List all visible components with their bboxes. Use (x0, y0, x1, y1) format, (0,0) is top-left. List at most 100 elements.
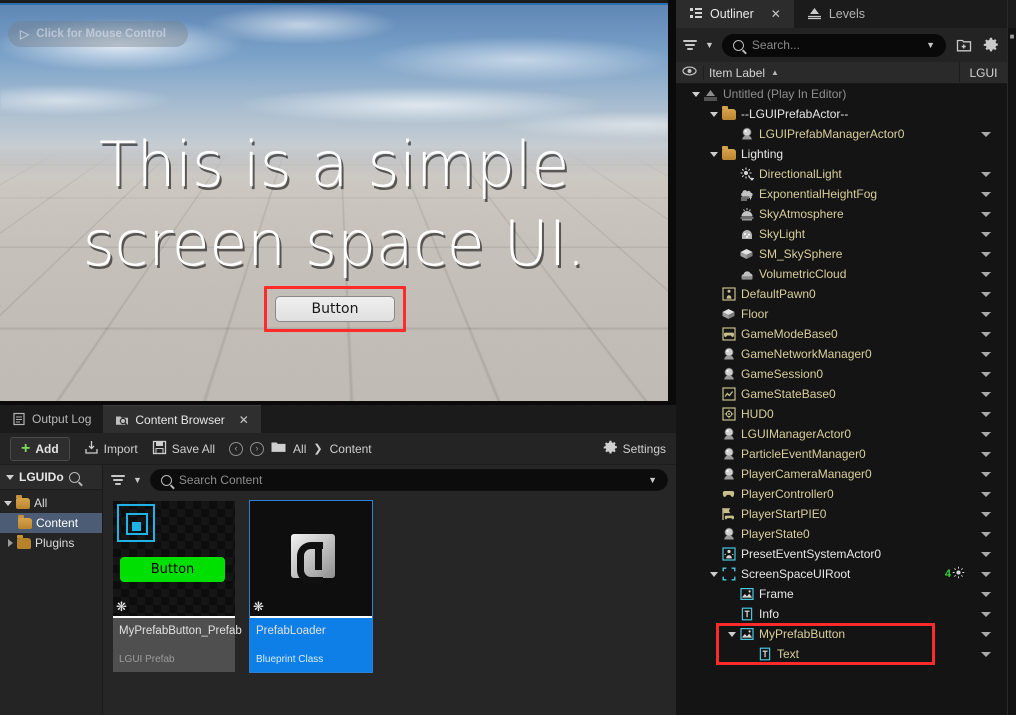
expand-collapse-icon[interactable] (690, 91, 702, 97)
row-options-chevron-icon[interactable] (981, 431, 991, 437)
add-button[interactable]: + Add (10, 436, 70, 461)
outliner-row[interactable]: PresetEventSystemActor0 (676, 544, 1007, 564)
filter-icon[interactable] (683, 40, 697, 50)
new-folder-icon[interactable] (954, 36, 973, 55)
expand-collapse-icon[interactable] (726, 631, 738, 637)
outliner-row[interactable]: GameModeBase0 (676, 324, 1007, 344)
eye-icon[interactable] (676, 66, 703, 79)
tab-outliner[interactable]: Outliner ✕ (676, 0, 794, 28)
row-options-chevron-icon[interactable] (981, 591, 991, 597)
settings-button[interactable]: Settings (603, 440, 666, 458)
outliner-row[interactable]: Lighting (676, 144, 1007, 164)
row-options-chevron-icon[interactable] (981, 271, 991, 277)
breadcrumb-root[interactable]: All (293, 442, 306, 456)
column-item-label[interactable]: Item Label ▲ (703, 65, 959, 80)
outliner-row[interactable]: MyPrefabButton (676, 624, 1007, 644)
column-lgui[interactable]: LGUI (959, 61, 1007, 84)
screen-space-ui-button[interactable]: Button (275, 296, 395, 322)
sources-item-content[interactable]: Content (0, 513, 102, 533)
expand-collapse-icon[interactable] (708, 151, 720, 157)
outliner-row[interactable]: PlayerCameraManager0 (676, 464, 1007, 484)
expand-collapse-icon[interactable] (708, 111, 720, 117)
outliner-row[interactable]: HUD0 (676, 404, 1007, 424)
asset-tile-prefabloader[interactable]: ❋ PrefabLoader Blueprint Class (249, 500, 373, 673)
outliner-row[interactable]: PlayerController0 (676, 484, 1007, 504)
outliner-row[interactable]: ParticleEventManager0 (676, 444, 1007, 464)
row-options-chevron-icon[interactable] (981, 171, 991, 177)
row-options-chevron-icon[interactable] (981, 251, 991, 257)
outliner-row[interactable]: Floor (676, 304, 1007, 324)
row-options-chevron-icon[interactable] (981, 311, 991, 317)
outliner-row[interactable]: ExponentialHeightFog (676, 184, 1007, 204)
row-options-chevron-icon[interactable] (981, 371, 991, 377)
expand-collapse-icon[interactable] (708, 571, 720, 577)
row-options-chevron-icon[interactable] (981, 511, 991, 517)
chevron-down-icon[interactable] (4, 500, 12, 506)
row-options-chevron-icon[interactable] (981, 531, 991, 537)
gear-icon[interactable] (981, 36, 1000, 55)
row-options-chevron-icon[interactable] (981, 491, 991, 497)
sources-header[interactable]: LGUIDo (0, 465, 102, 490)
search-icon[interactable] (68, 471, 80, 483)
sources-item-plugins[interactable]: Plugins (0, 533, 102, 553)
chevron-right-icon[interactable] (8, 539, 13, 547)
outliner-row[interactable]: SkyLight (676, 224, 1007, 244)
outliner-row[interactable]: GameSession0 (676, 364, 1007, 384)
sources-item-all[interactable]: All (0, 493, 102, 513)
tab-content-browser[interactable]: Content Browser ✕ (103, 405, 261, 433)
outliner-row[interactable]: VolumetricCloud (676, 264, 1007, 284)
row-options-chevron-icon[interactable] (981, 331, 991, 337)
row-options-chevron-icon[interactable] (981, 451, 991, 457)
import-button[interactable]: Import (84, 440, 138, 458)
save-all-button[interactable]: Save All (152, 440, 215, 458)
row-options-chevron-icon[interactable] (981, 651, 991, 657)
forward-icon[interactable]: › (250, 441, 265, 456)
outliner-row[interactable]: LGUIPrefabManagerActor0 (676, 124, 1007, 144)
chevron-down-icon[interactable]: ▼ (133, 475, 142, 485)
search-content-input[interactable]: Search Content ▼ (149, 469, 668, 491)
outliner-row[interactable]: GameNetworkManager0 (676, 344, 1007, 364)
outliner-row[interactable]: Untitled (Play In Editor) (676, 84, 1007, 104)
close-icon[interactable]: ✕ (239, 413, 249, 427)
row-options-chevron-icon[interactable] (981, 571, 991, 577)
outliner-row[interactable]: SM_SkySphere (676, 244, 1007, 264)
outliner-row[interactable]: SkyAtmosphere (676, 204, 1007, 224)
row-options-chevron-icon[interactable] (981, 211, 991, 217)
row-options-chevron-icon[interactable] (981, 351, 991, 357)
row-options-chevron-icon[interactable] (981, 411, 991, 417)
outliner-row[interactable]: Frame (676, 584, 1007, 604)
row-options-chevron-icon[interactable] (981, 551, 991, 557)
outliner-row[interactable]: DefaultPawn0 (676, 284, 1007, 304)
row-options-chevron-icon[interactable] (981, 231, 991, 237)
row-options-chevron-icon[interactable] (981, 631, 991, 637)
outliner-row[interactable]: Text (676, 644, 1007, 664)
outliner-tree[interactable]: Untitled (Play In Editor) --LGUIPrefabAct… (676, 84, 1007, 715)
chevron-down-icon[interactable]: ▼ (926, 40, 935, 50)
row-options-chevron-icon[interactable] (981, 391, 991, 397)
outliner-row[interactable]: PlayerStartPIE0 (676, 504, 1007, 524)
tab-levels[interactable]: Levels (794, 0, 878, 28)
asset-tile-myprefabbutton-prefab[interactable]: Button ❋ MyPrefabButton_Prefab LGUI Pref… (113, 501, 242, 672)
breadcrumb-current[interactable]: Content (330, 442, 372, 456)
tab-output-log[interactable]: Output Log (0, 405, 103, 433)
row-options-chevron-icon[interactable] (981, 471, 991, 477)
row-options-chevron-icon[interactable] (981, 191, 991, 197)
back-icon[interactable]: ‹ (229, 441, 244, 456)
filter-icon[interactable] (111, 475, 125, 485)
outliner-row[interactable]: LGUIManagerActor0 (676, 424, 1007, 444)
outliner-row[interactable]: --LGUIPrefabActor-- (676, 104, 1007, 124)
outliner-search-input[interactable]: Search... ▼ (721, 33, 946, 57)
chevron-down-icon[interactable]: ▼ (648, 475, 657, 485)
chevron-down-icon[interactable]: ▼ (705, 40, 714, 50)
mouse-control-hint[interactable]: ▷ Click for Mouse Control (8, 21, 188, 47)
close-icon[interactable]: ✕ (771, 7, 781, 21)
play-in-editor-viewport[interactable]: ▷ Click for Mouse Control This is a simp… (0, 0, 676, 405)
row-options-chevron-icon[interactable] (981, 291, 991, 297)
outliner-row[interactable]: GameStateBase0 (676, 384, 1007, 404)
outliner-row[interactable]: PlayerState0 (676, 524, 1007, 544)
outliner-row[interactable]: DirectionalLight (676, 164, 1007, 184)
outliner-row[interactable]: Info (676, 604, 1007, 624)
outliner-row[interactable]: ScreenSpaceUIRoot 4 (676, 564, 1007, 584)
row-options-chevron-icon[interactable] (981, 611, 991, 617)
row-options-chevron-icon[interactable] (981, 131, 991, 137)
